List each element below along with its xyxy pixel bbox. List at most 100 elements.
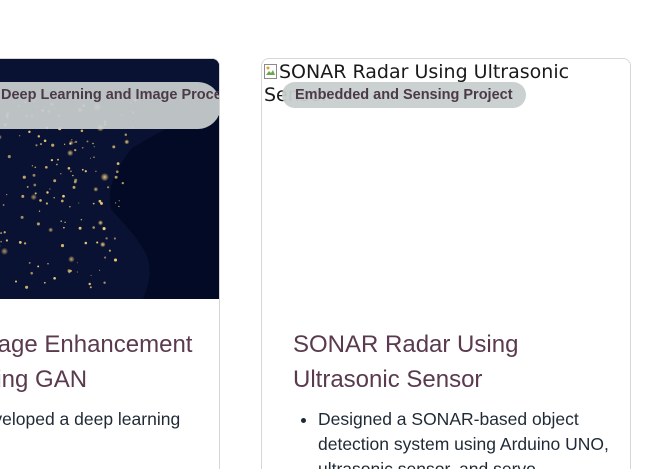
category-badge: Deep Learning and Image Processing [0, 82, 220, 129]
city-light [67, 149, 74, 157]
city-light [92, 202, 95, 205]
project-card-sonar-radar[interactable]: SONAR Radar Using Ultrasonic Sensor Embe… [261, 58, 631, 469]
city-light [35, 144, 38, 147]
city-light [113, 237, 117, 240]
city-light [115, 170, 119, 174]
city-light [34, 192, 37, 195]
city-light [84, 241, 88, 245]
city-light [67, 167, 71, 170]
city-light [107, 186, 110, 189]
city-light [81, 146, 84, 149]
city-light [92, 226, 96, 229]
city-light [0, 232, 3, 235]
city-light [18, 240, 22, 244]
city-light [7, 155, 11, 159]
projects-carousel: Deep Learning and Image Processing Image… [0, 0, 667, 469]
city-light [72, 174, 74, 177]
city-light [76, 271, 78, 273]
city-light [89, 157, 92, 159]
project-description: Designed a SONAR-based object detection … [318, 407, 618, 469]
city-light [31, 165, 34, 167]
city-light [50, 158, 54, 162]
city-light [53, 179, 57, 183]
city-light [63, 226, 65, 229]
city-light [78, 202, 80, 204]
city-light [30, 271, 33, 275]
city-light [72, 185, 76, 189]
city-light [20, 215, 24, 219]
city-light [64, 221, 66, 224]
city-light [46, 191, 49, 194]
city-light [18, 135, 21, 137]
city-light [89, 286, 92, 289]
city-light [53, 276, 56, 280]
city-light [104, 256, 107, 259]
city-light [0, 240, 2, 243]
city-light [113, 258, 118, 262]
city-light [96, 241, 99, 244]
city-light [44, 165, 48, 169]
category-badge: Embedded and Sensing Project [282, 82, 526, 108]
category-label: Embedded and Sensing Project [295, 87, 513, 103]
city-light [30, 193, 37, 201]
city-light [57, 158, 59, 161]
city-light [71, 139, 73, 141]
city-light [68, 255, 75, 263]
city-light [74, 140, 78, 144]
city-light [100, 241, 106, 248]
city-light [53, 196, 55, 199]
project-description: Developed a deep learning [0, 407, 219, 432]
city-light [105, 237, 108, 240]
city-light [80, 218, 83, 221]
city-light [45, 202, 48, 205]
city-light [28, 130, 31, 134]
city-light [80, 129, 84, 133]
city-light [100, 172, 109, 182]
city-light [97, 220, 104, 226]
city-light [68, 140, 74, 146]
city-light [2, 204, 5, 206]
city-light [69, 269, 72, 272]
city-light [43, 139, 47, 143]
city-light [81, 168, 84, 171]
city-light [63, 143, 66, 145]
city-light [14, 280, 18, 283]
city-light [114, 175, 118, 179]
city-light [26, 185, 29, 188]
city-light [90, 274, 92, 276]
city-light [49, 188, 51, 190]
city-light [47, 263, 49, 265]
city-light [21, 194, 25, 198]
description-bullet: Designed a SONAR-based object detection … [318, 407, 618, 469]
project-title: SONAR Radar Using Ultrasonic Sensor [293, 331, 519, 393]
city-light [102, 227, 106, 231]
city-light [28, 261, 31, 264]
city-light [88, 282, 91, 286]
city-light [43, 281, 46, 284]
city-light [118, 205, 120, 208]
city-light [108, 249, 111, 252]
city-light [51, 143, 55, 147]
city-light [39, 199, 42, 202]
city-light [114, 202, 117, 204]
city-light [93, 146, 95, 148]
city-light [124, 139, 130, 145]
city-light [37, 265, 40, 268]
city-light [5, 239, 8, 242]
project-card-image-enhancement[interactable]: Deep Learning and Image Processing Image… [0, 58, 220, 469]
broken-image-icon [264, 63, 278, 79]
city-light [62, 194, 65, 198]
category-label: Deep Learning and Image Processing [1, 87, 220, 103]
city-light [112, 145, 116, 149]
city-light [93, 156, 95, 158]
city-light [22, 175, 26, 179]
city-light [39, 143, 43, 146]
city-light [32, 173, 36, 177]
city-light [25, 285, 29, 289]
city-light [38, 210, 41, 212]
city-light [78, 226, 82, 230]
city-light [95, 170, 97, 173]
city-light [103, 281, 106, 284]
city-light [0, 247, 9, 255]
description-bullet: Developed a deep learning [0, 409, 181, 429]
